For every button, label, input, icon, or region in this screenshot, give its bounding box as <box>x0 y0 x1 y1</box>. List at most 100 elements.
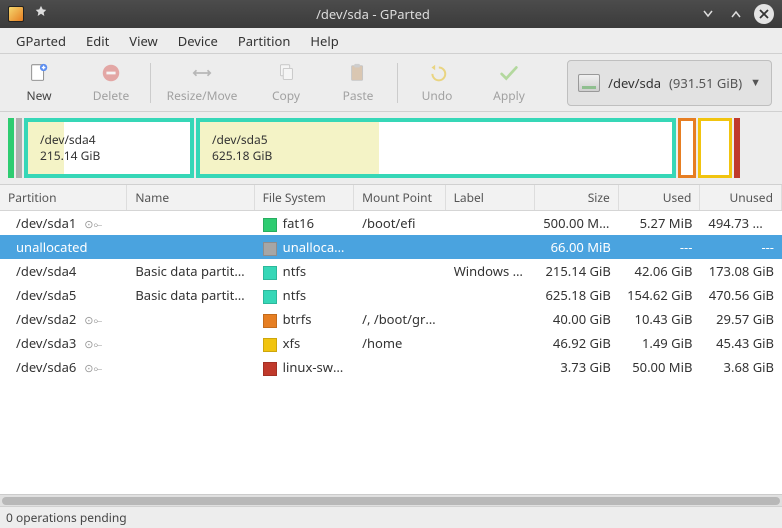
cell-partition: /dev/sda2⊙⟜ <box>0 310 127 328</box>
maximize-button[interactable] <box>726 4 746 24</box>
cell-size: 500.00 MiB <box>535 214 619 232</box>
cell-used: 154.62 GiB <box>619 286 701 304</box>
copy-icon <box>275 62 297 84</box>
cell-size: 46.92 GiB <box>535 334 619 352</box>
menu-partition[interactable]: Partition <box>230 29 299 53</box>
cell-partition: /dev/sda3⊙⟜ <box>0 334 127 352</box>
table-row[interactable]: unallocatedunallocated66.00 MiB------ <box>0 235 782 259</box>
cell-size: 3.73 GiB <box>535 358 619 376</box>
status-text: 0 operations pending <box>6 509 127 526</box>
cell-used: 50.00 MiB <box>619 358 701 376</box>
menu-gparted[interactable]: GParted <box>8 29 74 53</box>
col-partition[interactable]: Partition <box>0 185 127 210</box>
statusbar: 0 operations pending <box>0 506 782 528</box>
table-row[interactable]: /dev/sda3⊙⟜xfs/home46.92 GiB1.49 GiB45.4… <box>0 331 782 355</box>
cell-partition: /dev/sda5 <box>0 286 127 304</box>
cell-filesystem: xfs <box>255 334 354 352</box>
titlebar: /dev/sda - GParted <box>0 0 782 28</box>
close-button[interactable] <box>754 4 774 24</box>
table-body: /dev/sda1⊙⟜ fat16/boot/efi 500.00 MiB5.27 … <box>0 211 782 379</box>
table-row[interactable]: /dev/sda4Basic data partitionntfsWindows… <box>0 259 782 283</box>
apply-button: Apply <box>480 58 538 108</box>
cell-unused: 3.68 GiB <box>700 358 782 376</box>
cell-used: 10.43 GiB <box>619 310 701 328</box>
col-label[interactable]: Label <box>446 185 536 210</box>
cell-unused: 494.73 MiB <box>700 214 782 232</box>
partition-block[interactable] <box>678 118 696 178</box>
partition-graphic[interactable]: /dev/sda4215.14 GiB/dev/sda5625.18 GiB <box>0 112 782 184</box>
partition-block[interactable] <box>734 118 740 178</box>
cell-unused: 45.43 GiB <box>700 334 782 352</box>
cell-name: Basic data partition <box>127 262 254 280</box>
cell-filesystem: linux-swap <box>255 358 354 376</box>
table-row[interactable]: /dev/sda6⊙⟜ linux-swap 3.73 GiB50.00 MiB3.… <box>0 355 782 379</box>
cell-unused: 470.56 GiB <box>700 286 782 304</box>
menu-edit[interactable]: Edit <box>78 29 117 53</box>
cell-unused: --- <box>700 238 782 256</box>
fs-color-swatch <box>263 266 277 280</box>
col-size[interactable]: Size <box>535 185 619 210</box>
cell-name: Basic data partition <box>127 286 254 304</box>
cell-used: 42.06 GiB <box>619 262 701 280</box>
document-new-icon <box>28 62 50 84</box>
new-button[interactable]: New <box>10 58 68 108</box>
col-filesystem[interactable]: File System <box>255 185 354 210</box>
device-selector[interactable]: /dev/sda (931.51 GiB) ▼ <box>567 60 772 106</box>
menubar: GParted Edit View Device Partition Help <box>0 28 782 54</box>
scrollbar-thumb[interactable] <box>2 497 780 505</box>
toolbar: New Delete Resize/Move Copy Paste <box>0 54 782 112</box>
cell-unused: 173.08 GiB <box>700 262 782 280</box>
col-unused[interactable]: Unused <box>700 185 782 210</box>
fs-color-swatch <box>263 242 277 256</box>
disk-icon <box>578 74 600 92</box>
table-header: Partition Name File System Mount Point L… <box>0 185 782 211</box>
col-mountpoint[interactable]: Mount Point <box>354 185 446 210</box>
window-title: /dev/sda - GParted <box>48 5 698 23</box>
cell-filesystem: unallocated <box>255 238 354 256</box>
menu-device[interactable]: Device <box>170 29 226 53</box>
resize-button: Resize/Move <box>161 58 243 108</box>
cell-size: 66.00 MiB <box>535 238 619 256</box>
partition-block[interactable] <box>16 118 22 178</box>
gparted-window: /dev/sda - GParted GParted Edit View Dev… <box>0 0 782 528</box>
cell-filesystem: fat16 <box>255 214 354 232</box>
toolbar-separator <box>397 63 398 103</box>
col-used[interactable]: Used <box>619 185 701 210</box>
fs-color-swatch <box>263 290 277 304</box>
cell-mountpoint: /home <box>354 334 446 352</box>
horizontal-scrollbar[interactable] <box>0 494 782 506</box>
menu-view[interactable]: View <box>121 29 165 53</box>
table-row[interactable]: /dev/sda1⊙⟜ fat16/boot/efi 500.00 MiB5.27 … <box>0 211 782 235</box>
cell-filesystem: ntfs <box>255 286 354 304</box>
pin-icon[interactable] <box>30 5 48 23</box>
resize-icon <box>191 62 213 84</box>
cell-partition: /dev/sda6⊙⟜ <box>0 358 127 376</box>
partition-block[interactable]: /dev/sda4215.14 GiB <box>24 118 194 178</box>
fs-color-swatch <box>263 362 277 376</box>
cell-size: 40.00 GiB <box>535 310 619 328</box>
cell-mountpoint: /boot/efi <box>354 214 446 232</box>
paste-icon <box>347 62 369 84</box>
fs-color-swatch <box>263 218 277 232</box>
menu-help[interactable]: Help <box>302 29 346 53</box>
col-name[interactable]: Name <box>127 185 254 210</box>
cell-partition: /dev/sda1⊙⟜ <box>0 214 127 232</box>
key-icon: ⊙⟜ <box>84 337 102 352</box>
table-row[interactable]: /dev/sda5Basic data partitionntfs625.18 … <box>0 283 782 307</box>
app-icon <box>8 6 24 22</box>
chevron-down-icon: ▼ <box>750 75 761 90</box>
paste-button: Paste <box>329 58 387 108</box>
cell-mountpoint: /, /boot/gru... <box>354 310 446 328</box>
cell-used: 5.27 MiB <box>619 214 701 232</box>
undo-icon <box>426 62 448 84</box>
minimize-button[interactable] <box>698 4 718 24</box>
partition-block[interactable]: /dev/sda5625.18 GiB <box>196 118 676 178</box>
table-row[interactable]: /dev/sda2⊙⟜btrfs/, /boot/gru...40.00 GiB… <box>0 307 782 331</box>
cell-unused: 29.57 GiB <box>700 310 782 328</box>
cell-size: 215.14 GiB <box>535 262 619 280</box>
partition-block[interactable] <box>8 118 14 178</box>
cell-partition: /dev/sda4 <box>0 262 127 280</box>
undo-button: Undo <box>408 58 466 108</box>
device-size: (931.51 GiB) <box>669 74 742 92</box>
partition-block[interactable] <box>698 118 732 178</box>
